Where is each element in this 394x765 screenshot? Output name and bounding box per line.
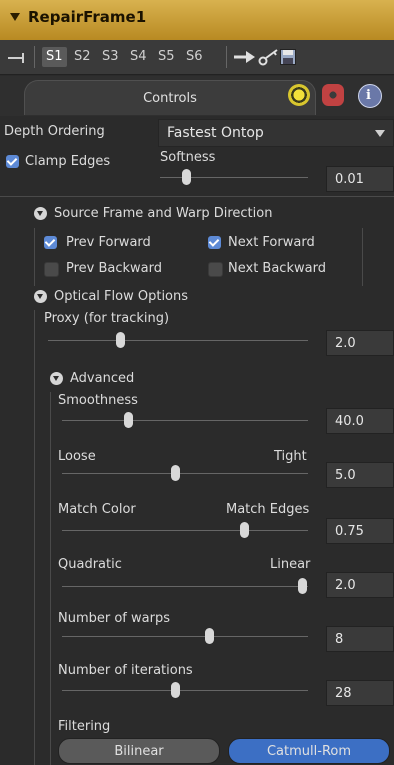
next-backward-label: Next Backward — [228, 261, 326, 276]
softness-label: Softness — [160, 150, 216, 165]
next-backward-checkbox[interactable] — [208, 262, 223, 277]
smoothness-label: Smoothness — [58, 393, 138, 408]
save-icon[interactable] — [280, 49, 296, 65]
tab-controls[interactable]: Controls — [24, 80, 316, 115]
loose-tight-value: 5.0 — [335, 468, 356, 483]
next-forward-label: Next Forward — [228, 235, 315, 250]
proxy-slider-track[interactable] — [48, 340, 308, 341]
divider — [0, 196, 394, 197]
filter-bilinear-label: Bilinear — [114, 744, 164, 759]
clamp-edges-checkbox[interactable] — [6, 155, 19, 168]
advanced-title[interactable]: Advanced — [70, 372, 134, 385]
match-color-label: Match Color — [58, 502, 136, 517]
match-value-field[interactable]: 0.75 — [326, 518, 394, 544]
optical-section-title[interactable]: Optical Flow Options — [54, 290, 188, 303]
node-header[interactable]: RepairFrame1 — [0, 0, 394, 41]
next-forward-checkbox[interactable] — [208, 236, 221, 249]
loose-label: Loose — [58, 449, 96, 464]
iterations-value-field[interactable]: 28 — [326, 680, 394, 706]
section-border — [362, 228, 363, 286]
depth-ordering-label: Depth Ordering — [4, 124, 105, 139]
tab-strip: Controls i — [0, 76, 394, 116]
softness-value-field[interactable]: 0.01 — [326, 166, 394, 192]
match-slider-track[interactable] — [62, 530, 308, 531]
key-icon[interactable] — [258, 48, 280, 66]
gear-icon[interactable] — [322, 84, 344, 106]
prev-backward-label: Prev Backward — [66, 261, 163, 276]
filter-catmull-rom-label: Catmull-Rom — [266, 744, 352, 759]
prev-backward-checkbox[interactable] — [44, 262, 59, 277]
quad-linear-slider-handle[interactable] — [298, 578, 307, 594]
slot-s5[interactable]: S5 — [154, 47, 179, 67]
slot-s6[interactable]: S6 — [182, 47, 207, 67]
prev-forward-checkbox[interactable] — [44, 236, 57, 249]
arrow-right-icon[interactable] — [234, 50, 256, 64]
smoothness-value-field[interactable]: 40.0 — [326, 408, 394, 434]
chevron-down-icon — [375, 130, 385, 137]
prev-forward-label: Prev Forward — [66, 235, 151, 250]
warps-value-field[interactable]: 8 — [326, 626, 394, 652]
section-border — [34, 310, 35, 765]
toolbar-separator — [226, 46, 227, 68]
smoothness-value: 40.0 — [335, 414, 364, 429]
filtering-label: Filtering — [58, 719, 111, 734]
slot-s2[interactable]: S2 — [70, 47, 95, 67]
iterations-label: Number of iterations — [58, 663, 193, 678]
section-expand-icon[interactable] — [50, 372, 63, 385]
warps-label: Number of warps — [58, 611, 170, 626]
proxy-slider-handle[interactable] — [116, 332, 125, 348]
loose-tight-slider-handle[interactable] — [171, 465, 180, 481]
smoothness-slider-track[interactable] — [62, 420, 308, 421]
section-border — [34, 228, 35, 286]
slot-s1[interactable]: S1 — [42, 47, 67, 67]
match-slider-handle[interactable] — [240, 522, 249, 538]
tab-controls-label: Controls — [143, 91, 197, 106]
quadratic-label: Quadratic — [58, 557, 122, 572]
slot-s4[interactable]: S4 — [126, 47, 151, 67]
warps-slider-track[interactable] — [62, 636, 308, 637]
quad-linear-slider-track[interactable] — [62, 586, 308, 587]
proxy-value: 2.0 — [335, 336, 356, 351]
softness-slider-handle[interactable] — [182, 169, 191, 185]
linear-label: Linear — [270, 557, 311, 572]
collapse-triangle-icon[interactable] — [10, 13, 20, 21]
warps-slider-handle[interactable] — [205, 628, 214, 644]
iterations-slider-handle[interactable] — [171, 682, 180, 698]
slot-s3[interactable]: S3 — [98, 47, 123, 67]
section-expand-icon[interactable] — [34, 207, 47, 220]
info-icon[interactable]: i — [358, 84, 382, 108]
proxy-value-field[interactable]: 2.0 — [326, 330, 394, 356]
section-expand-icon[interactable] — [34, 290, 47, 303]
toolbar-separator — [34, 46, 35, 68]
proxy-label: Proxy (for tracking) — [44, 311, 170, 326]
depth-ordering-dropdown[interactable]: Fastest Ontop — [158, 119, 394, 147]
iterations-slider-track[interactable] — [62, 690, 308, 691]
loose-tight-value-field[interactable]: 5.0 — [326, 462, 394, 488]
node-title: RepairFrame1 — [28, 8, 147, 26]
toolbar: S1 S2 S3 S4 S5 S6 — [0, 40, 394, 75]
radioactive-icon[interactable] — [288, 84, 310, 106]
smoothness-slider-handle[interactable] — [124, 412, 133, 428]
quad-linear-value: 2.0 — [335, 578, 356, 593]
match-edges-label: Match Edges — [226, 502, 310, 517]
loose-tight-slider-track[interactable] — [62, 473, 308, 474]
filter-catmull-rom-button[interactable]: Catmull-Rom — [228, 738, 390, 764]
quad-linear-value-field[interactable]: 2.0 — [326, 572, 394, 598]
warps-value: 8 — [335, 632, 344, 647]
match-value: 0.75 — [335, 524, 364, 539]
tight-label: Tight — [274, 449, 307, 464]
clamp-edges-label: Clamp Edges — [25, 154, 111, 169]
filter-bilinear-button[interactable]: Bilinear — [58, 738, 220, 764]
depth-ordering-value: Fastest Ontop — [167, 125, 264, 141]
iterations-value: 28 — [335, 686, 352, 701]
softness-value: 0.01 — [335, 172, 364, 187]
pin-icon[interactable] — [8, 52, 28, 64]
section-border — [50, 392, 51, 765]
source-section-title[interactable]: Source Frame and Warp Direction — [54, 207, 272, 220]
